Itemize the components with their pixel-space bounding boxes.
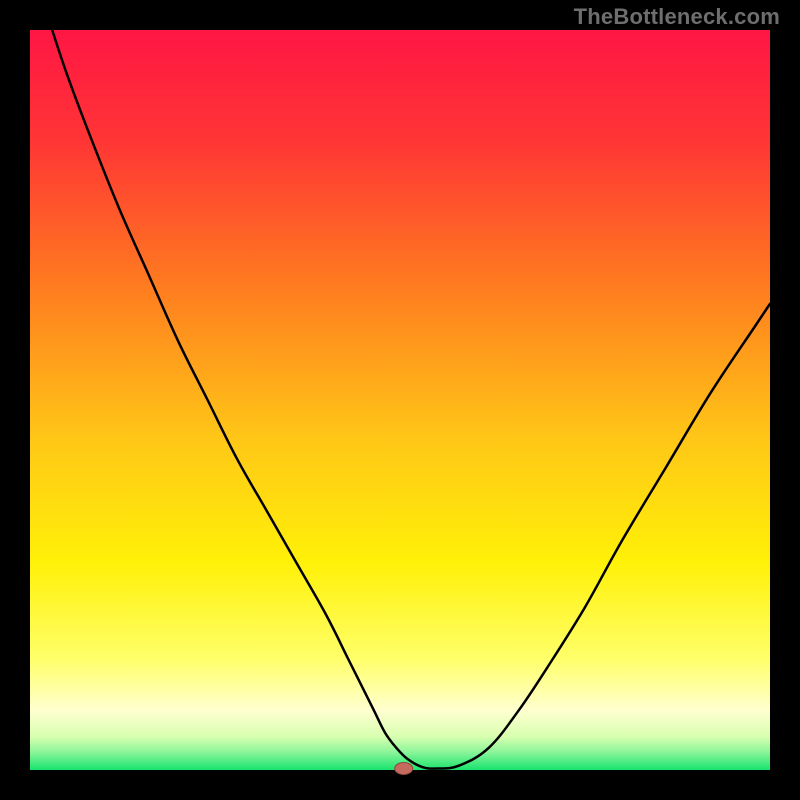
gradient-background [30, 30, 770, 770]
optimal-point-marker [395, 763, 413, 775]
bottleneck-chart [0, 0, 800, 800]
chart-frame: TheBottleneck.com [0, 0, 800, 800]
